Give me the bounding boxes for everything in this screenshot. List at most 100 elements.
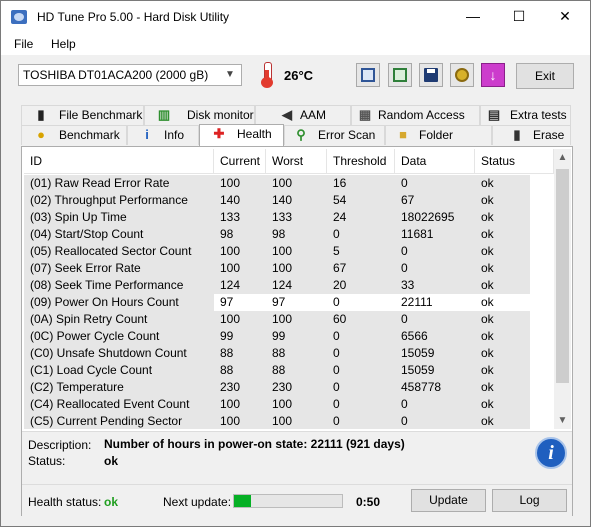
tab-error-scan[interactable]: ⚲ Error Scan [284,125,385,145]
attribute-id-cell: (C5) Current Pending Sector [24,413,214,429]
status-cell: ok [475,379,530,396]
table-row[interactable]: (03) Spin Up Time 133 133 24 18022695 ok [24,209,554,226]
tab-disk-monitor[interactable]: ▥ Disk monitor [144,105,255,125]
status-value: ok [104,454,119,468]
status-label: Status: [28,454,66,468]
copy-text-button[interactable] [356,63,380,87]
threshold-cell: 60 [327,311,395,328]
table-row[interactable]: (01) Raw Read Error Rate 100 100 16 0 ok [24,175,554,192]
menu-bar: File Help [1,33,590,55]
footer-bar: Health status: ok Next update: 0:50 Upda… [22,484,572,516]
drive-select-value: TOSHIBA DT01ACA200 (2000 gB) [23,68,209,82]
scrollbar-thumb[interactable] [556,169,569,383]
tab-erase[interactable]: ▮ Erase [492,125,571,145]
column-header-current[interactable]: Current [214,149,266,173]
table-row[interactable]: (07) Seek Error Rate 100 100 67 0 ok [24,260,554,277]
copy-screenshot-button[interactable] [388,63,412,87]
benchmark-icon: ● [37,127,45,142]
minimize-to-tray-button[interactable]: ↓ [481,63,505,87]
status-cell: ok [475,226,530,243]
tab-extra-tests[interactable]: ▤ Extra tests [480,105,571,125]
extra-tests-icon: ▤ [487,107,501,122]
current-cell: 140 [214,192,266,209]
scroll-up-arrow-icon[interactable]: ▲ [554,149,571,166]
log-button[interactable]: Log [492,489,567,512]
table-row[interactable]: (09) Power On Hours Count 97 97 0 22111 ok [24,294,554,311]
current-cell: 99 [214,328,266,345]
current-cell: 100 [214,311,266,328]
health-status-label: Health status: [28,495,102,509]
drive-select[interactable]: TOSHIBA DT01ACA200 (2000 gB) ▼ [18,64,242,86]
threshold-cell: 24 [327,209,395,226]
tab-aam[interactable]: ◀ AAM [255,105,351,125]
column-header-worst[interactable]: Worst [266,149,327,173]
table-row[interactable]: (C5) Current Pending Sector 100 100 0 0 ok [24,413,554,429]
table-row[interactable]: (C2) Temperature 230 230 0 458778 ok [24,379,554,396]
status-cell: ok [475,328,530,345]
threshold-cell: 0 [327,328,395,345]
attribute-id-cell: (05) Reallocated Sector Count [24,243,214,260]
table-row[interactable]: (05) Reallocated Sector Count 100 100 5 0 ok [24,243,554,260]
attribute-id-cell: (02) Throughput Performance [24,192,214,209]
table-row[interactable]: (04) Start/Stop Count 98 98 0 11681 ok [24,226,554,243]
speaker-icon: ◀ [282,107,292,122]
table-row[interactable]: (0C) Power Cycle Count 99 99 0 6566 ok [24,328,554,345]
worst-cell: 124 [266,277,327,294]
hd-tune-app-icon [11,10,27,24]
tab-benchmark[interactable]: ● Benchmark [21,125,127,145]
table-scrollbar[interactable]: ▲ ▼ [554,149,571,429]
description-label: Description: [28,438,92,452]
table-row[interactable]: (02) Throughput Performance 140 140 54 67 ok [24,192,554,209]
tab-folder-usage[interactable]: ■ Folder Usage [385,125,492,160]
maximize-button[interactable]: ☐ [496,1,542,33]
worst-cell: 100 [266,243,327,260]
worst-cell: 100 [266,260,327,277]
data-cell: 22111 [401,295,433,309]
status-cell: ok [475,311,530,328]
worst-cell: 100 [266,311,327,328]
info-icon[interactable]: i [535,437,567,469]
app-window: HD Tune Pro 5.00 - Hard Disk Utility — ☐… [0,0,591,527]
table-row[interactable]: (0A) Spin Retry Count 100 100 60 0 ok [24,311,554,328]
scroll-down-arrow-icon[interactable]: ▼ [554,412,571,429]
current-cell: 97 [220,295,234,309]
table-header: ID Current Worst Threshold Data Status [24,149,554,174]
trash-icon: ▮ [513,127,521,142]
column-header-threshold[interactable]: Threshold [327,149,395,173]
attribute-id-cell: (08) Seek Time Performance [24,277,214,294]
current-cell: 100 [214,396,266,413]
current-cell: 98 [214,226,266,243]
tab-info[interactable]: i Info [127,125,199,145]
description-value: Number of hours in power-on state: 22111… [104,437,405,451]
exit-button[interactable]: Exit [516,63,574,89]
column-header-data[interactable]: Data [395,149,475,173]
options-gear-icon [455,68,469,82]
threshold-cell: 0 [327,379,395,396]
worst-cell: 133 [266,209,327,226]
table-row[interactable]: (C0) Unsafe Shutdown Count 88 88 0 15059 ok [24,345,554,362]
current-cell: 124 [214,277,266,294]
tab-random-access[interactable]: ▦ Random Access [351,105,480,125]
save-button[interactable] [419,63,443,87]
current-cell: 230 [214,379,266,396]
tab-file-benchmark[interactable]: ▮ File Benchmark [21,105,144,125]
close-button[interactable]: ✕ [542,1,588,33]
menu-help[interactable]: Help [51,37,76,51]
tab-label: Info [164,128,185,142]
tab-health[interactable]: ✚ Health [199,124,284,146]
options-button[interactable] [450,63,474,87]
minimize-button[interactable]: — [450,1,496,33]
table-row[interactable]: (C1) Load Cycle Count 88 88 0 15059 ok [24,362,554,379]
update-button[interactable]: Update [411,489,486,512]
data-cell: 0 [395,396,475,413]
title-bar[interactable]: HD Tune Pro 5.00 - Hard Disk Utility — ☐… [1,1,590,33]
column-header-id[interactable]: ID [24,149,214,173]
table-row[interactable]: (C4) Reallocated Event Count 100 100 0 0 ok [24,396,554,413]
smart-table[interactable]: ID Current Worst Threshold Data Status (… [24,149,554,429]
menu-file[interactable]: File [14,37,33,51]
table-row[interactable]: (08) Seek Time Performance 124 124 20 33 ok [24,277,554,294]
column-header-status[interactable]: Status [475,149,554,173]
attribute-id-cell: (04) Start/Stop Count [24,226,214,243]
file-benchmark-icon: ▮ [37,107,45,122]
status-cell: ok [475,192,530,209]
